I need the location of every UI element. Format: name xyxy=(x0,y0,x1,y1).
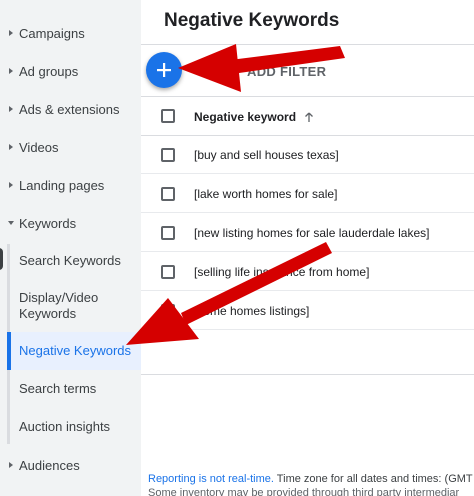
sidebar-subitem-label: Display/Video Keywords xyxy=(19,290,99,321)
row-checkbox[interactable] xyxy=(161,187,175,201)
add-button[interactable] xyxy=(146,52,182,88)
row-checkbox[interactable] xyxy=(161,226,175,240)
sidebar-item-label: Ad groups xyxy=(19,63,79,79)
sidebar-item-campaigns[interactable]: Campaigns xyxy=(0,14,141,52)
sidebar-subitem-label: Search Keywords xyxy=(19,253,121,268)
sidebar-item-keywords[interactable]: Keywords xyxy=(0,204,141,242)
row-checkbox[interactable] xyxy=(161,304,175,318)
add-filter-button[interactable]: ADD FILTER xyxy=(247,64,326,79)
table-row: [buy and sell houses texas] xyxy=(141,136,474,174)
table-row: [lake worth homes for sale] xyxy=(141,175,474,213)
divider xyxy=(141,374,474,375)
chevron-right-icon xyxy=(0,90,19,128)
column-header-negative-keyword[interactable]: Negative keyword xyxy=(194,110,314,124)
arrow-up-icon xyxy=(305,112,314,122)
keyword-cell[interactable]: [selling life insurance from home] xyxy=(194,265,369,279)
sidebar-subitem-label: Search terms xyxy=(19,381,97,396)
sidebar-item-label: Campaigns xyxy=(19,25,85,41)
row-checkbox[interactable] xyxy=(161,148,175,162)
sidebar-subitem-search-keywords[interactable]: Search Keywords xyxy=(7,242,141,280)
sidebar-item-label: Audiences xyxy=(19,457,80,473)
keyword-cell[interactable]: [xome homes listings] xyxy=(194,304,309,318)
reporting-link[interactable]: Reporting is not real-time. xyxy=(148,473,274,485)
sidebar-item-ad-groups[interactable]: Ad groups xyxy=(0,52,141,90)
sidebar-item-label: Videos xyxy=(19,139,59,155)
column-header-label: Negative keyword xyxy=(194,110,297,124)
timezone-text: Time zone for all dates and times: (GMT xyxy=(273,473,473,485)
chevron-right-icon xyxy=(0,446,19,484)
filter-icon[interactable] xyxy=(199,62,213,76)
sidebar-subitem-search-terms[interactable]: Search terms xyxy=(7,370,141,408)
inventory-note: Some inventory may be provided through t… xyxy=(148,487,460,496)
sidebar-item-label: Keywords xyxy=(19,215,77,231)
keyword-cell[interactable]: [lake worth homes for sale] xyxy=(194,187,337,201)
divider xyxy=(141,96,474,97)
divider xyxy=(141,44,474,45)
sidebar-subitem-label: Negative Keywords xyxy=(19,343,131,358)
footer-note: Reporting is not real-time. Time zone fo… xyxy=(148,472,474,486)
keyword-cell[interactable]: [buy and sell houses texas] xyxy=(194,148,339,162)
row-checkbox[interactable] xyxy=(161,265,175,279)
keyword-cell[interactable]: [new listing homes for sale lauderdale l… xyxy=(194,226,429,240)
table-row: [selling life insurance from home] xyxy=(141,253,474,291)
sidebar-subitem-display-video-keywords[interactable]: Display/Video Keywords xyxy=(7,286,117,326)
table-row: [new listing homes for sale lauderdale l… xyxy=(141,214,474,252)
sidebar-subitem-label: Auction insights xyxy=(19,419,111,434)
chevron-right-icon xyxy=(0,166,19,204)
table-row: [xome homes listings] xyxy=(141,292,474,330)
sidebar-item-audiences[interactable]: Audiences xyxy=(0,446,141,484)
chevron-right-icon xyxy=(0,14,19,52)
sidebar-item-landing-pages[interactable]: Landing pages xyxy=(0,166,141,204)
sidebar-item-label: Landing pages xyxy=(19,177,105,193)
page-title: Negative Keywords xyxy=(164,10,340,31)
plus-icon xyxy=(157,63,171,77)
select-all-checkbox[interactable] xyxy=(161,109,175,123)
sidebar-subitem-negative-keywords[interactable]: Negative Keywords xyxy=(7,332,141,370)
chevron-right-icon xyxy=(0,128,19,166)
sidebar-item-ads-extensions[interactable]: Ads & extensions xyxy=(0,90,141,128)
sidebar-subitem-auction-insights[interactable]: Auction insights xyxy=(7,408,141,446)
sidebar-item-label: Ads & extensions xyxy=(19,101,120,117)
main-panel: Negative Keywords ADD FILTER Negative ke… xyxy=(141,0,474,496)
sidebar: Campaigns Ad groups Ads & extensions Vid… xyxy=(0,0,141,496)
scroll-handle[interactable] xyxy=(0,248,3,270)
chevron-down-icon xyxy=(0,204,19,242)
sidebar-item-videos[interactable]: Videos xyxy=(0,128,141,166)
chevron-right-icon xyxy=(0,52,19,90)
